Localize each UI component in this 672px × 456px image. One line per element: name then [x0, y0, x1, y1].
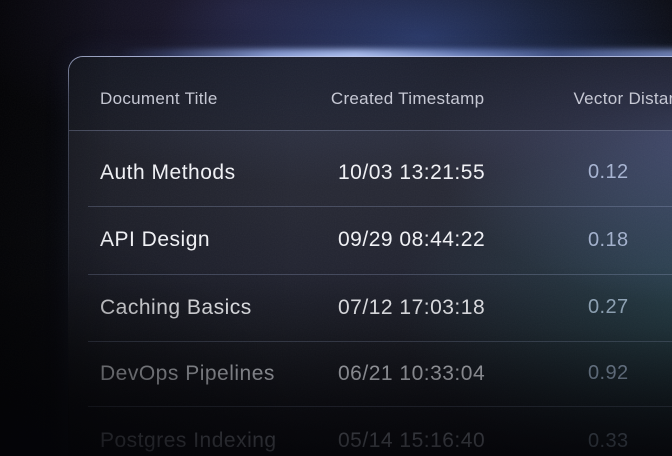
table-header-row: Document Title Created Timestamp Vector …	[69, 57, 672, 131]
table-row[interactable]: API Design 09/29 08:44:22 0.18	[69, 206, 672, 274]
cell-vector-distance: 0.18	[588, 229, 672, 252]
cell-created-timestamp: 10/03 13:21:55	[338, 161, 588, 185]
cell-vector-distance: 0.12	[588, 161, 672, 184]
table-row[interactable]: Caching Basics 07/12 17:03:18 0.27	[69, 274, 672, 341]
cell-document-title: API Design	[100, 228, 338, 252]
cell-document-title: Auth Methods	[100, 161, 338, 185]
table-row[interactable]: DevOps Pipelines 06/21 10:33:04 0.92	[69, 341, 672, 406]
table-row[interactable]: Postgres Indexing 05/14 15:16:40 0.33	[69, 406, 672, 456]
cell-created-timestamp: 06/21 10:33:04	[338, 362, 588, 386]
cell-vector-distance: 0.27	[588, 296, 672, 319]
cell-vector-distance: 0.33	[588, 430, 672, 453]
table-row[interactable]: Auth Methods 10/03 13:21:55 0.12	[69, 131, 672, 206]
documents-table-card: Document Title Created Timestamp Vector …	[68, 56, 672, 456]
cell-created-timestamp: 07/12 17:03:18	[338, 296, 588, 320]
column-header-created-timestamp: Created Timestamp	[331, 89, 574, 109]
cell-document-title: Caching Basics	[100, 296, 338, 320]
cell-document-title: Postgres Indexing	[100, 429, 338, 453]
cell-created-timestamp: 05/14 15:16:40	[338, 429, 588, 453]
cell-vector-distance: 0.92	[588, 362, 672, 385]
table-body: Auth Methods 10/03 13:21:55 0.12 API Des…	[69, 131, 672, 456]
column-header-document-title: Document Title	[100, 89, 331, 109]
backdrop: Document Title Created Timestamp Vector …	[0, 0, 672, 456]
cell-document-title: DevOps Pipelines	[100, 362, 338, 386]
column-header-vector-distance: Vector Distance	[573, 89, 672, 109]
cell-created-timestamp: 09/29 08:44:22	[338, 228, 588, 252]
